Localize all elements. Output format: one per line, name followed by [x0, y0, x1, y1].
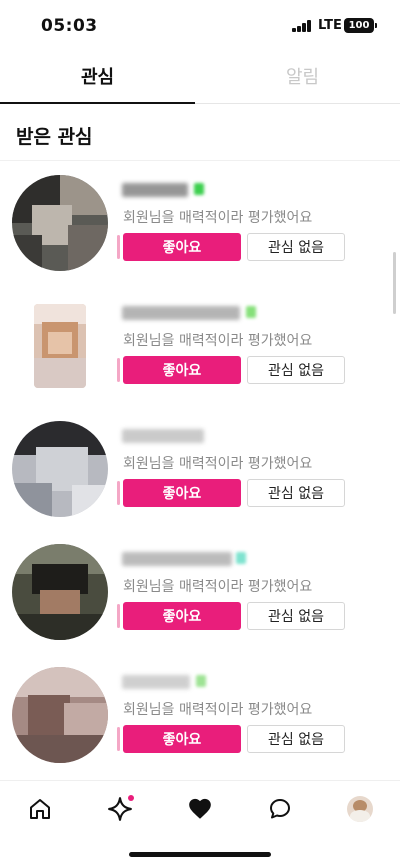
not-interested-button[interactable]: 관심 없음 [247, 356, 345, 384]
nav-profile[interactable] [344, 793, 376, 825]
name-blurred [122, 306, 240, 320]
item-description: 회원님을 매력적이라 평가했어요 [123, 456, 313, 472]
avatar[interactable] [12, 175, 108, 271]
received-interest-list: 회원님을 매력적이라 평가했어요 좋아요 관심 없음 회원님을 매력적이라 평가… [0, 161, 400, 776]
name-blurred [122, 429, 204, 443]
nav-interest[interactable] [184, 793, 216, 825]
notification-dot [128, 795, 134, 801]
profile-avatar [347, 796, 373, 822]
nav-discover[interactable] [104, 793, 136, 825]
item-description: 회원님을 매력적이라 평가했어요 [123, 210, 313, 226]
tab-interest[interactable]: 관심 [0, 52, 195, 104]
item-description: 회원님을 매력적이라 평가했어요 [123, 579, 313, 595]
signal-icon [292, 20, 312, 32]
accent-bar [117, 235, 120, 259]
like-button[interactable]: 좋아요 [123, 479, 241, 507]
not-interested-button[interactable]: 관심 없음 [247, 725, 345, 753]
status-bar: 05:03 LTE 100 [0, 0, 400, 52]
not-interested-button[interactable]: 관심 없음 [247, 233, 345, 261]
not-interested-button[interactable]: 관심 없음 [247, 602, 345, 630]
tab-bar: 관심 알림 [0, 52, 400, 104]
like-button[interactable]: 좋아요 [123, 725, 241, 753]
nav-home[interactable] [24, 793, 56, 825]
like-button[interactable]: 좋아요 [123, 356, 241, 384]
accent-bar [117, 481, 120, 505]
accent-bar [117, 727, 120, 751]
accent-bar [117, 604, 120, 628]
name-blurred [122, 552, 232, 566]
list-item: 회원님을 매력적이라 평가했어요 좋아요 관심 없음 [0, 530, 400, 653]
avatar[interactable] [12, 544, 108, 640]
home-indicator [129, 852, 271, 857]
home-icon [30, 799, 50, 819]
list-item: 회원님을 매력적이라 평가했어요 좋아요 관심 없음 [0, 407, 400, 530]
online-indicator [194, 183, 204, 195]
battery-icon: 100 [344, 18, 377, 33]
not-interested-button[interactable]: 관심 없음 [247, 479, 345, 507]
section-title: 받은 관심 [16, 126, 93, 148]
status-time: 05:03 [41, 16, 98, 36]
name-blurred [122, 675, 190, 689]
avatar[interactable] [34, 304, 86, 388]
avatar[interactable] [12, 421, 108, 517]
name-blurred [122, 183, 188, 197]
like-button[interactable]: 좋아요 [123, 233, 241, 261]
chat-bubble-icon [270, 799, 290, 819]
item-description: 회원님을 매력적이라 평가했어요 [123, 702, 313, 718]
nav-chat[interactable] [264, 793, 296, 825]
avatar[interactable] [12, 667, 108, 763]
network-label: LTE [318, 18, 342, 33]
list-item: 회원님을 매력적이라 평가했어요 좋아요 관심 없음 [0, 284, 400, 407]
tab-notifications[interactable]: 알림 [205, 52, 400, 104]
heart-icon [189, 798, 211, 819]
accent-bar [117, 358, 120, 382]
item-description: 회원님을 매력적이라 평가했어요 [123, 333, 313, 349]
list-item: 회원님을 매력적이라 평가했어요 좋아요 관심 없음 [0, 161, 400, 284]
like-button[interactable]: 좋아요 [123, 602, 241, 630]
list-item: 회원님을 매력적이라 평가했어요 좋아요 관심 없음 [0, 653, 400, 776]
online-indicator [246, 306, 256, 318]
online-indicator [236, 552, 246, 564]
online-indicator [196, 675, 206, 687]
